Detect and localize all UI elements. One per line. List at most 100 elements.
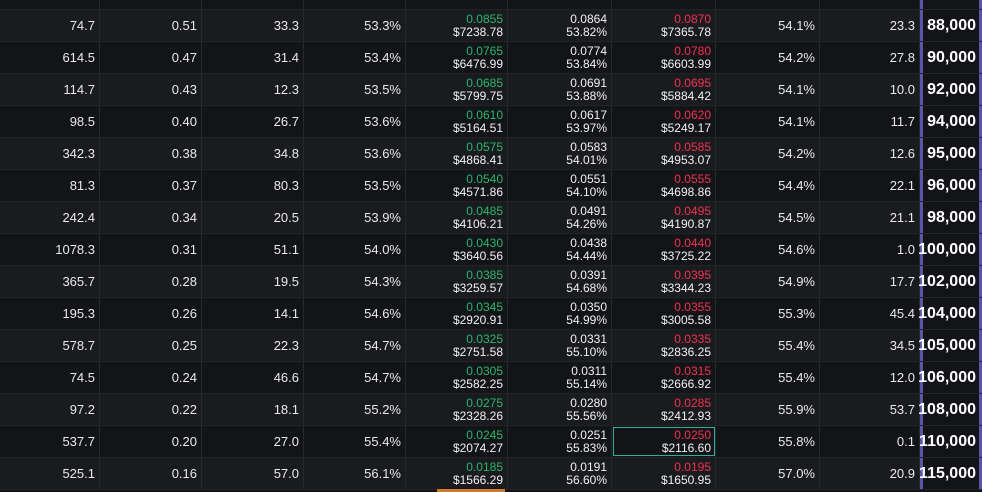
mark-cell[interactable]: 0.0491 54.26%	[508, 202, 612, 233]
strike-price[interactable]: 102,000	[918, 266, 982, 297]
table-row[interactable]: 342.3 0.38 34.8 53.6% 0.0575 $4868.41 0.0583 54…	[0, 138, 982, 170]
mark-cell[interactable]: 0.0774 53.84%	[508, 42, 612, 73]
mark-cell[interactable]: 0.0350 54.99%	[508, 298, 612, 329]
table-row[interactable]: 1078.3 0.31 51.1 54.0% 0.0430 $3640.56 0.0438 5…	[0, 234, 982, 266]
bid-iv-cell: 54.7%	[304, 330, 406, 361]
ask-cell[interactable]: 0.0695 $5884.42	[612, 74, 716, 105]
mark-cell[interactable]: 0.0280 55.56%	[508, 394, 612, 425]
mark-cell[interactable]: 0.0191 56.60%	[508, 458, 612, 489]
table-row[interactable]: 97.2 0.22 18.1 55.2% 0.0275 $2328.26 0.0280 55.…	[0, 394, 982, 426]
ask-cell[interactable]: 0.0285 $2412.93	[612, 394, 716, 425]
bid-cell[interactable]: 0.0385 $3259.57	[406, 266, 508, 297]
ask-cell[interactable]: 0.0395 $3344.23	[612, 266, 716, 297]
bid-cell-price: 0.0685	[466, 75, 503, 90]
open-interest-cell: 1078.3	[0, 234, 100, 265]
table-row[interactable]: 614.5 0.47 31.4 53.4% 0.0765 $6476.99 0.0774 53…	[0, 42, 982, 74]
table-row[interactable]: 578.7 0.25 22.3 54.7% 0.0325 $2751.58 0.0331 55…	[0, 330, 982, 362]
table-row[interactable]: 525.1 0.16 57.0 56.1% 0.0185 $1566.29 0.0191 56…	[0, 458, 982, 490]
bid-cell[interactable]: 0.0485 $4106.21	[406, 202, 508, 233]
ask-cell-price: 0.0585	[674, 139, 711, 154]
bid-cell[interactable]: 0.0275 $2328.26	[406, 394, 508, 425]
ask-cell[interactable]: 0.0555 $4698.86	[612, 170, 716, 201]
bid-cell[interactable]: 0.0540 $4571.86	[406, 170, 508, 201]
ask-size-cell: 0.1	[820, 426, 920, 457]
bid-cell[interactable]: 0.0245 $2074.27	[406, 426, 508, 457]
mark-cell[interactable]: 0.0391 54.68%	[508, 266, 612, 297]
ask-iv-cell: 55.3%	[716, 298, 820, 329]
ask-cell-price: 0.0355	[674, 299, 711, 314]
delta-cell: 0.31	[100, 234, 202, 265]
ask-cell[interactable]: 0.0870 $7365.78	[612, 10, 716, 41]
bid-cell-detail: $5164.51	[452, 120, 503, 135]
ask-cell[interactable]: 0.0355 $3005.58	[612, 298, 716, 329]
strike-price[interactable]: 108,000	[918, 394, 982, 425]
bid-cell[interactable]: $8685.42	[406, 0, 508, 9]
strike-price[interactable]: 95,000	[920, 138, 982, 169]
strike-price[interactable]: 115,000	[919, 458, 982, 489]
strike-price[interactable]: 98,000	[920, 202, 982, 233]
delta-cell: 0.38	[100, 138, 202, 169]
strike-price[interactable]: 106,000	[918, 362, 982, 393]
ask-cell[interactable]: 0.0620 $5249.17	[612, 106, 716, 137]
ask-cell[interactable]: 0.0250 $2116.60	[612, 426, 716, 457]
table-row[interactable]: 98.5 0.40 26.7 53.6% 0.0610 $5164.51 0.0617 53.…	[0, 106, 982, 138]
mark-cell[interactable]: 0.0617 53.97%	[508, 106, 612, 137]
size-cell: 34.8	[202, 138, 304, 169]
ask-cell[interactable]: 0.0585 $4953.07	[612, 138, 716, 169]
ask-cell[interactable]: 0.0315 $2666.92	[612, 362, 716, 393]
mark-cell[interactable]: 0.0583 54.01%	[508, 138, 612, 169]
bid-cell[interactable]: 0.0575 $4868.41	[406, 138, 508, 169]
table-row[interactable]: 81.3 0.37 80.3 53.5% 0.0540 $4571.86 0.0551 54.…	[0, 170, 982, 202]
table-row[interactable]: 242.4 0.34 20.5 53.9% 0.0485 $4106.21 0.0491 54…	[0, 202, 982, 234]
strike-price[interactable]: 88,000	[920, 10, 982, 41]
table-row[interactable]: 195.3 0.26 14.1 54.6% 0.0345 $2920.91 0.0350 54…	[0, 298, 982, 330]
mark-cell[interactable]: 0.0251 55.83%	[508, 426, 612, 457]
strike-price[interactable]: 105,000	[918, 330, 982, 361]
mark-cell[interactable]: 0.0864 53.82%	[508, 10, 612, 41]
strike-price[interactable]: 96,000	[920, 170, 982, 201]
ask-cell[interactable]: 0.0440 $3725.22	[612, 234, 716, 265]
bid-cell[interactable]: 0.0345 $2920.91	[406, 298, 508, 329]
ask-iv-cell	[716, 0, 820, 9]
mark-cell[interactable]: 0.0551 54.10%	[508, 170, 612, 201]
table-row[interactable]: 74.5 0.24 46.6 54.7% 0.0305 $2582.25 0.0311 55.…	[0, 362, 982, 394]
bid-cell[interactable]: 0.0325 $2751.58	[406, 330, 508, 361]
strike-price[interactable]: 94,000	[920, 106, 982, 137]
table-row[interactable]: 114.7 0.43 12.3 53.5% 0.0685 $5799.75 0.0691 53…	[0, 74, 982, 106]
mark-cell[interactable]: 53.86%	[508, 0, 612, 9]
strike-price[interactable]: 104,000	[918, 298, 982, 329]
table-row[interactable]: 365.7 0.28 19.5 54.3% 0.0385 $3259.57 0.0391 54…	[0, 266, 982, 298]
mark-cell[interactable]: 0.0331 55.10%	[508, 330, 612, 361]
size-cell: 31.4	[202, 42, 304, 73]
bid-cell[interactable]: 0.0765 $6476.99	[406, 42, 508, 73]
ask-cell[interactable]: $8212.42	[612, 0, 716, 9]
strike-price[interactable]: 90,000	[920, 42, 982, 73]
bid-cell[interactable]: 0.0430 $3640.56	[406, 234, 508, 265]
mark-cell[interactable]: 0.0691 53.88%	[508, 74, 612, 105]
strike-price[interactable]: 100,000	[918, 234, 982, 265]
strike-price[interactable]: 110,000	[919, 426, 982, 457]
table-row[interactable]: 74.7 0.51 33.3 53.3% 0.0855 $7238.78 0.0864 53.…	[0, 10, 982, 42]
ask-cell[interactable]: 0.0780 $6603.99	[612, 42, 716, 73]
bid-cell-price: 0.0385	[466, 267, 503, 282]
mark-cell-detail: 53.88%	[566, 88, 607, 103]
ask-cell-price: 0.0870	[674, 11, 711, 26]
ask-cell[interactable]: 0.0195 $1650.95	[612, 458, 716, 489]
mark-cell-detail: 55.83%	[566, 440, 607, 455]
ask-iv-cell: 57.0%	[716, 458, 820, 489]
mark-cell[interactable]: 0.0311 55.14%	[508, 362, 612, 393]
bid-cell[interactable]: 0.0855 $7238.78	[406, 10, 508, 41]
mark-cell[interactable]: 0.0438 54.44%	[508, 234, 612, 265]
bid-cell[interactable]: 0.0305 $2582.25	[406, 362, 508, 393]
strike-price[interactable]: 92,000	[920, 74, 982, 105]
bid-cell[interactable]: 0.0610 $5164.51	[406, 106, 508, 137]
mark-cell-price: 0.0864	[570, 11, 607, 26]
bid-cell[interactable]: 0.0185 $1566.29	[406, 458, 508, 489]
table-row[interactable]: 537.7 0.20 27.0 55.4% 0.0245 $2074.27 0.0251 55…	[0, 426, 982, 458]
ask-cell[interactable]: 0.0335 $2836.25	[612, 330, 716, 361]
table-row[interactable]: $8685.4253.86%$8212.42 7	[0, 0, 982, 10]
ask-cell[interactable]: 0.0495 $4190.87	[612, 202, 716, 233]
strike-price[interactable]: 7	[920, 0, 982, 9]
bid-cell[interactable]: 0.0685 $5799.75	[406, 74, 508, 105]
size-cell: 27.0	[202, 426, 304, 457]
